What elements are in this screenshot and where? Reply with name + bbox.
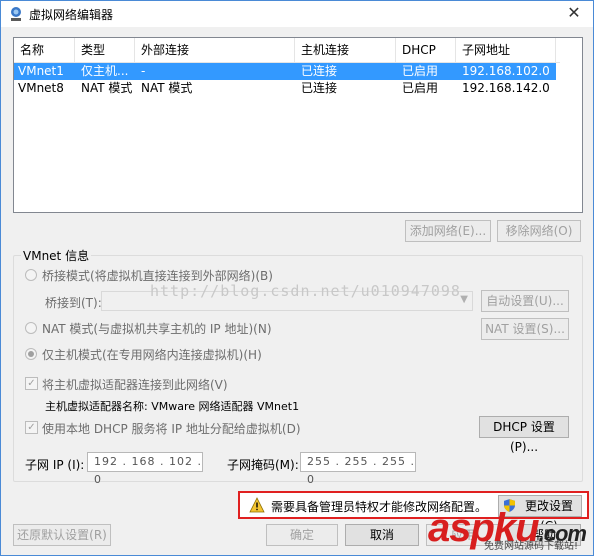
brand-subtitle: 免费网站源码下载站!	[484, 541, 579, 552]
row-name: VMnet8	[18, 81, 64, 95]
list-header: 名称 类型 外部连接 主机连接 DHCP 子网地址	[14, 38, 560, 63]
row-external: -	[141, 64, 146, 78]
row-dhcp: 已启用	[402, 81, 439, 95]
auto-settings-button[interactable]: 自动设置(U)...	[481, 290, 569, 312]
column-header-subnet[interactable]: 子网地址	[456, 38, 556, 62]
bridged-label: 桥接模式(将虚拟机直接连接到外部网络)(B)	[42, 269, 273, 283]
add-network-button[interactable]: 添加网络(E)...	[405, 220, 491, 242]
adapter-name-text: 主机虚拟适配器名称: VMware 网络适配器 VMnet1	[45, 400, 300, 413]
row-external: NAT 模式	[141, 81, 193, 95]
dhcp-settings-button[interactable]: DHCP 设置(P)...	[479, 416, 569, 454]
row-type: 仅主机...	[81, 64, 129, 78]
bridged-radio[interactable]	[25, 269, 37, 281]
chevron-down-icon: ▼	[460, 294, 468, 305]
nat-settings-button[interactable]: NAT 设置(S)...	[481, 318, 569, 340]
host-only-label: 仅主机模式(在专用网络内连接虚拟机)(H)	[42, 348, 262, 362]
ok-button[interactable]: 确定	[266, 524, 338, 546]
connect-adapter-label: 将主机虚拟适配器连接到此网络(V)	[42, 378, 228, 392]
remove-network-button[interactable]: 移除网络(O)	[497, 220, 581, 242]
close-icon[interactable]: ✕	[563, 3, 585, 23]
row-name: VMnet1	[18, 64, 64, 78]
row-subnet: 192.168.142.0	[462, 81, 550, 95]
row-type: NAT 模式	[81, 81, 133, 95]
column-header-dhcp[interactable]: DHCP	[396, 38, 456, 62]
column-header-type[interactable]: 类型	[75, 38, 135, 62]
title-bar: 虚拟网络编辑器 ✕	[1, 1, 593, 27]
restore-defaults-button[interactable]: 还原默认设置(R)	[13, 524, 111, 546]
nat-radio[interactable]	[25, 322, 37, 334]
subnet-mask-input[interactable]: 255 . 255 . 255 . 0	[300, 452, 416, 486]
bridged-to-label: 桥接到(T):	[45, 296, 102, 310]
cancel-button[interactable]: 取消	[345, 524, 419, 546]
column-header-host[interactable]: 主机连接	[295, 38, 396, 62]
nat-label: NAT 模式(与虚拟机共享主机的 IP 地址)(N)	[42, 322, 272, 336]
column-header-external[interactable]: 外部连接	[135, 38, 295, 62]
bridged-to-select[interactable]: ▼	[101, 291, 473, 311]
subnet-mask-label: 子网掩码(M):	[227, 458, 299, 472]
column-header-name[interactable]: 名称	[14, 38, 75, 62]
use-dhcp-checkbox[interactable]: ✓	[25, 421, 38, 434]
row-host: 已连接	[301, 81, 338, 95]
connect-adapter-checkbox[interactable]: ✓	[25, 377, 38, 390]
row-host: 已连接	[301, 64, 338, 78]
row-subnet: 192.168.102.0	[462, 64, 550, 78]
window-title: 虚拟网络编辑器	[29, 8, 114, 22]
table-row[interactable]: VMnet8 NAT 模式 NAT 模式 已连接 已启用 192.168.142…	[14, 80, 556, 97]
vmnet-info-label: VMnet 信息	[21, 247, 92, 264]
virtual-network-editor-window: 虚拟网络编辑器 ✕ 名称 类型 外部连接 主机连接 DHCP 子网地址 VMne…	[0, 0, 594, 556]
use-dhcp-label: 使用本地 DHCP 服务将 IP 地址分配给虚拟机(D)	[42, 422, 301, 436]
network-list[interactable]: 名称 类型 外部连接 主机连接 DHCP 子网地址 VMnet1 仅主机... …	[13, 37, 583, 213]
host-only-radio[interactable]	[25, 348, 37, 360]
table-row[interactable]: VMnet1 仅主机... - 已连接 已启用 192.168.102.0	[14, 63, 556, 80]
subnet-ip-input[interactable]: 192 . 168 . 102 . 0	[87, 452, 203, 486]
row-dhcp: 已启用	[402, 64, 439, 78]
warning-icon	[249, 497, 265, 513]
subnet-ip-label: 子网 IP (I):	[25, 458, 85, 472]
network-editor-icon	[11, 7, 21, 21]
